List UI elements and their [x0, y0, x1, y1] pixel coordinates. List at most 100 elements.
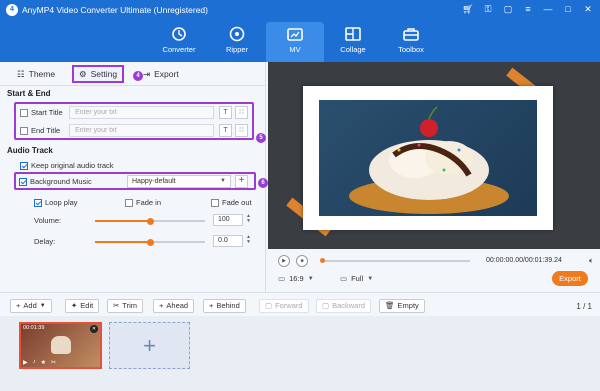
- forward-button-label: Forward: [275, 301, 303, 310]
- add-clip-button[interactable]: +: [109, 322, 190, 369]
- delay-slider-fill: [95, 241, 150, 243]
- end-title-label: End Title: [31, 126, 61, 135]
- delay-input[interactable]: 0.0: [213, 235, 243, 247]
- ahead-button[interactable]: + Ahead: [153, 299, 195, 313]
- export-button[interactable]: Export: [552, 271, 588, 286]
- delay-slider-knob[interactable]: [146, 238, 154, 246]
- trim-button[interactable]: ✂ Trim: [107, 299, 144, 313]
- backward-button[interactable]: ▢ Backward: [316, 299, 372, 313]
- volume-slider[interactable]: [95, 217, 205, 225]
- volume-stepper[interactable]: ▲ ▼: [246, 214, 251, 224]
- cart-icon[interactable]: 🛒︎: [462, 3, 474, 15]
- title-bar: 4 AnyMP4 Video Converter Ultimate (Unreg…: [0, 0, 600, 62]
- nav-toolbox[interactable]: Toolbox: [382, 22, 440, 62]
- clip-actions: ▶ ♪ ★ ✂: [23, 359, 56, 366]
- minimize-icon[interactable]: —: [542, 3, 554, 15]
- clip-thumbnail[interactable]: 00:01:39 ✕ ▶ ♪ ★ ✂: [19, 322, 102, 369]
- audio-icon[interactable]: ♪: [33, 359, 36, 366]
- keep-original-checkbox[interactable]: [20, 161, 28, 170]
- nav-ripper-label: Ripper: [225, 45, 249, 54]
- step-badge-6: 6: [258, 178, 268, 188]
- loop-play-row: Loop play: [34, 198, 78, 207]
- tab-export[interactable]: ⇥ Export: [138, 65, 184, 83]
- play-button[interactable]: ▶: [278, 255, 290, 267]
- end-title-grid-button[interactable]: ∷: [235, 124, 248, 137]
- video-preview: [268, 62, 600, 249]
- fade-out-checkbox[interactable]: [211, 198, 219, 207]
- key-icon[interactable]: ⚿: [482, 3, 494, 15]
- fade-out-label: Fade out: [222, 198, 252, 207]
- tab-theme-label: Theme: [28, 69, 56, 79]
- edit-button[interactable]: ✦ Edit: [65, 299, 100, 313]
- empty-button-label: Empty: [397, 301, 419, 310]
- delay-stepper[interactable]: ▲ ▼: [246, 235, 251, 245]
- playback-timeline[interactable]: [322, 260, 470, 262]
- tab-export-label: Export: [154, 69, 179, 79]
- plus-icon: +: [16, 301, 21, 310]
- tab-setting[interactable]: ⚙ Setting: [72, 65, 125, 83]
- close-icon[interactable]: ✕: [582, 3, 594, 15]
- scissors-icon: ✂: [113, 301, 120, 310]
- forward-button[interactable]: ▢ Forward: [259, 299, 309, 313]
- volume-slider-fill: [95, 220, 150, 222]
- start-title-input[interactable]: Enter your txt: [69, 106, 214, 119]
- play-icon[interactable]: ▶: [23, 359, 28, 366]
- aspect-ratio-select[interactable]: ▭ 16:9 ▼: [278, 274, 314, 283]
- collage-icon: [345, 27, 361, 41]
- empty-button[interactable]: 🗑︎ Empty: [379, 299, 425, 313]
- stop-button[interactable]: ■: [296, 255, 308, 267]
- add-music-button[interactable]: +: [235, 175, 248, 188]
- end-title-font-button[interactable]: T: [219, 124, 232, 137]
- background-music-checkbox[interactable]: [19, 177, 27, 186]
- timeline-knob[interactable]: [320, 258, 325, 263]
- clip-preview-shape: [51, 336, 71, 354]
- volume-input[interactable]: 100: [213, 214, 243, 226]
- chevron-down-icon: ▼: [367, 275, 374, 282]
- ice-cream-image: [349, 106, 509, 214]
- nav-ripper[interactable]: Ripper: [208, 22, 266, 62]
- end-title-input[interactable]: Enter your txt: [69, 124, 214, 137]
- chat-icon[interactable]: ▢: [502, 3, 514, 15]
- end-title-checkbox[interactable]: [20, 126, 28, 135]
- tab-theme[interactable]: ☷ Theme: [12, 65, 60, 83]
- fade-in-label: Fade in: [136, 198, 162, 207]
- clip-strip: 00:01:39 ✕ ▶ ♪ ★ ✂ +: [0, 316, 600, 391]
- grid-icon: ☷: [17, 69, 25, 79]
- start-title-checkbox[interactable]: [20, 108, 28, 117]
- loop-play-checkbox[interactable]: [34, 198, 42, 207]
- start-title-grid-button[interactable]: ∷: [235, 106, 248, 119]
- nav-converter[interactable]: Converter: [150, 22, 208, 62]
- fit-mode-select[interactable]: ▭ Full ▼: [340, 274, 373, 283]
- plus-icon: +: [209, 301, 214, 310]
- ahead-button-label: Ahead: [166, 301, 189, 310]
- fit-mode-value: Full: [351, 274, 364, 283]
- delay-slider[interactable]: [95, 238, 205, 246]
- toolbox-icon: [403, 28, 419, 41]
- menu-icon[interactable]: ≡: [522, 3, 534, 15]
- app-logo-icon: 4: [6, 4, 18, 16]
- start-title-label: Start Title: [31, 108, 63, 117]
- cut-icon[interactable]: ✂: [51, 359, 56, 366]
- start-end-heading: Start & End: [7, 89, 51, 98]
- behind-button-label: Behind: [216, 301, 240, 310]
- add-button[interactable]: + Add ▼: [10, 299, 52, 313]
- fade-out-row: Fade out: [211, 198, 252, 207]
- volume-icon[interactable]: 🔈︎: [589, 256, 594, 266]
- volume-slider-knob[interactable]: [146, 217, 154, 225]
- maximize-icon[interactable]: □: [562, 3, 574, 15]
- end-title-row: End Title: [20, 126, 60, 135]
- nav-toolbox-label: Toolbox: [398, 45, 424, 54]
- effect-icon[interactable]: ★: [41, 359, 46, 366]
- trash-icon: 🗑︎: [385, 301, 395, 310]
- nav-collage-label: Collage: [340, 45, 366, 54]
- nav-mv[interactable]: MV: [266, 22, 324, 62]
- music-select[interactable]: Happy-default ▼: [127, 175, 231, 188]
- start-title-row: Start Title: [20, 108, 63, 117]
- behind-button[interactable]: + Behind: [203, 299, 246, 313]
- main-nav: Converter Ripper MV Collage Toolbox: [150, 22, 440, 62]
- add-button-label: Add: [23, 301, 37, 310]
- remove-clip-icon[interactable]: ✕: [90, 325, 98, 333]
- start-title-font-button[interactable]: T: [219, 106, 232, 119]
- nav-collage[interactable]: Collage: [324, 22, 382, 62]
- fade-in-checkbox[interactable]: [125, 198, 133, 207]
